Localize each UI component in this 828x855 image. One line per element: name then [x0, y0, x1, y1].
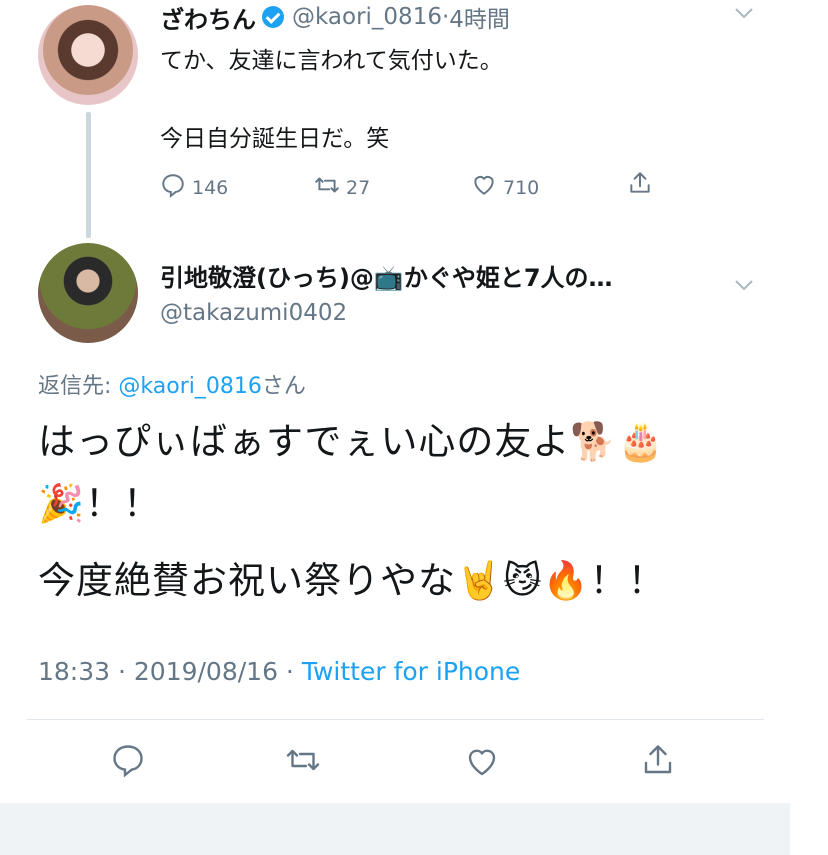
divider [27, 719, 764, 720]
tweet2-text-line2: 🎉！！ [38, 482, 162, 525]
tweet2-handle[interactable]: @takazumi0402 [160, 300, 347, 326]
tweet2-text-line3: 今度絶賛お祝い祭りやな🤘😼🔥！！ [38, 559, 666, 602]
tweet1-text-line2: 今日自分誕生日だ。笑 [160, 126, 390, 152]
reply-icon [110, 745, 146, 782]
reply-context: 返信先: @kaori_0816さん [38, 368, 306, 400]
tweet2-timestamp[interactable]: 18:33 · 2019/08/16 · [38, 657, 302, 686]
retweet-icon [285, 749, 321, 782]
share-icon [627, 170, 653, 201]
tweet1-header: ざわちん @kaori_0816 · 4時間 [160, 0, 510, 34]
timeline-separator-area [0, 803, 790, 855]
retweet-icon [314, 172, 340, 203]
share-icon [640, 745, 676, 782]
tweet2-meta: 18:33 · 2019/08/16 · Twitter for iPhone [38, 657, 520, 686]
chevron-down-icon[interactable] [734, 3, 754, 24]
tweet1-reply-count: 146 [192, 176, 229, 199]
tweet1-time[interactable]: 4時間 [449, 0, 510, 34]
like-icon [471, 172, 497, 203]
tweet1-display-name[interactable]: ざわちん [160, 0, 256, 35]
reply-icon [160, 172, 186, 203]
tweet2-retweet-button[interactable] [285, 742, 321, 782]
tweet2-display-name[interactable]: 引地敬澄(ひっち)@📺かぐや姫と7人の… [160, 258, 613, 293]
avatar-kaori[interactable] [38, 5, 138, 105]
tweet1-reply-button[interactable]: 146 [160, 172, 228, 203]
tweet1-text-line1: てか、友達に言われて気付いた。 [160, 48, 503, 74]
reply-prefix: 返信先: [38, 374, 119, 399]
thread-connector-line [86, 112, 91, 238]
avatar-takazumi[interactable] [38, 243, 138, 343]
like-icon [464, 749, 500, 784]
chevron-down-icon[interactable] [734, 275, 754, 296]
verified-badge-icon [262, 6, 284, 28]
separator-dot: · [441, 4, 450, 30]
tweet1-like-button[interactable]: 710 [471, 172, 539, 203]
tweet2-text-line1: はっぴぃばぁすでぇい心の友よ🐕🎂 [38, 420, 665, 463]
tweet2-share-button[interactable] [640, 742, 676, 782]
tweet1-retweet-count: 27 [346, 176, 371, 199]
reply-to-link[interactable]: @kaori_0816 [118, 374, 261, 399]
tweet1-retweet-button[interactable]: 27 [314, 172, 370, 203]
tweet2-like-button[interactable] [464, 744, 500, 784]
tweet1-like-count: 710 [503, 176, 540, 199]
tweet1-handle[interactable]: @kaori_0816 [292, 4, 442, 30]
reply-suffix: さん [261, 374, 306, 399]
tweet2-source-link[interactable]: Twitter for iPhone [302, 657, 520, 686]
tweet1-share-button[interactable] [627, 170, 653, 201]
tweet2-reply-button[interactable] [110, 742, 146, 782]
